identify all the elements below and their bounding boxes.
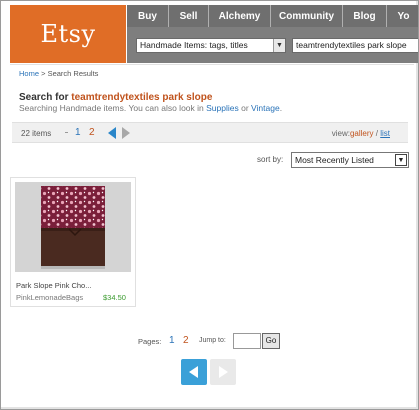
view-gallery[interactable]: gallery	[350, 129, 374, 138]
main-nav: Buy Sell Alchemy Community Blog Yo	[127, 5, 418, 27]
subtitle-suffix: .	[279, 103, 283, 113]
subtitle-or: or	[238, 103, 252, 113]
supplies-link[interactable]: Supplies	[206, 103, 239, 113]
next-page-button[interactable]	[210, 359, 236, 385]
logo-text: Etsy	[40, 20, 96, 48]
breadcrumb-current: Search Results	[47, 69, 99, 78]
header-divider	[10, 64, 414, 65]
results-search-term: teamtrendytextiles park slope	[71, 92, 213, 103]
next-arrow-icon[interactable]	[122, 127, 130, 139]
go-button[interactable]: Go	[262, 333, 280, 349]
nav-blog[interactable]: Blog	[343, 5, 387, 27]
listing-price: $34.50	[103, 293, 126, 302]
breadcrumb: Home > Search Results	[19, 69, 98, 78]
listing-card[interactable]: Park Slope Pink Cho... PinkLemonadeBags …	[10, 177, 136, 307]
view-list[interactable]: list	[380, 129, 390, 138]
etsy-logo[interactable]: Etsy	[10, 5, 126, 63]
search-input[interactable]: teamtrendytextiles park slope	[292, 38, 418, 53]
breadcrumb-separator: >	[39, 69, 48, 78]
search-row: Handmade Items: tags, titles ▼ teamtrend…	[127, 27, 418, 63]
browser-frame: Etsy Buy Sell Alchemy Community Blog Yo …	[0, 0, 419, 410]
previous-arrow-icon[interactable]	[108, 127, 116, 139]
chevron-down-icon: ▼	[395, 154, 407, 166]
view-label: view:	[331, 129, 350, 138]
chevron-down-icon: ▼	[273, 39, 285, 52]
pager-dot	[65, 132, 68, 133]
results-subtitle: Searching Handmade items. You can also l…	[19, 103, 282, 113]
results-toolbar: 22 items 1 2 view:gallery / list	[12, 122, 408, 143]
jump-to-label: Jump to:	[199, 337, 226, 344]
nav-buy[interactable]: Buy	[127, 5, 169, 27]
page-2-current: 2	[89, 127, 95, 138]
vintage-link[interactable]: Vintage	[251, 103, 280, 113]
breadcrumb-home-link[interactable]: Home	[19, 69, 39, 78]
nav-you[interactable]: Yo	[387, 5, 418, 27]
bottom-page-2-current: 2	[183, 335, 189, 346]
results-title: Search for teamtrendytextiles park slope	[19, 92, 212, 103]
listing-photo[interactable]	[15, 182, 131, 272]
jump-to-input[interactable]	[233, 333, 261, 349]
bottom-pages-label: Pages:	[138, 337, 162, 346]
search-scope-value: Handmade Items: tags, titles	[140, 40, 248, 50]
sort-value: Most Recently Listed	[295, 155, 374, 165]
listing-seller[interactable]: PinkLemonadeBags	[16, 293, 83, 302]
view-switcher: view:gallery / list	[332, 129, 390, 138]
nav-sell[interactable]: Sell	[169, 5, 209, 27]
search-scope-select[interactable]: Handmade Items: tags, titles ▼	[136, 38, 286, 53]
results-title-prefix: Search for	[19, 92, 72, 103]
page-1-link[interactable]: 1	[75, 127, 81, 138]
header-bar: Buy Sell Alchemy Community Blog Yo Handm…	[127, 5, 418, 63]
nav-alchemy[interactable]: Alchemy	[209, 5, 271, 27]
bottom-page-1-link[interactable]: 1	[169, 335, 175, 346]
subtitle-prefix: Searching Handmade items. You can also l…	[19, 103, 207, 113]
search-input-value: teamtrendytextiles park slope	[296, 40, 407, 50]
previous-page-button[interactable]	[181, 359, 207, 385]
tote-bag-image	[15, 182, 131, 272]
nav-community[interactable]: Community	[271, 5, 343, 27]
sort-select[interactable]: Most Recently Listed ▼	[291, 152, 409, 168]
item-count: 22 items	[21, 129, 52, 138]
listing-title[interactable]: Park Slope Pink Cho...	[16, 281, 91, 290]
sort-label: sort by:	[257, 155, 284, 164]
